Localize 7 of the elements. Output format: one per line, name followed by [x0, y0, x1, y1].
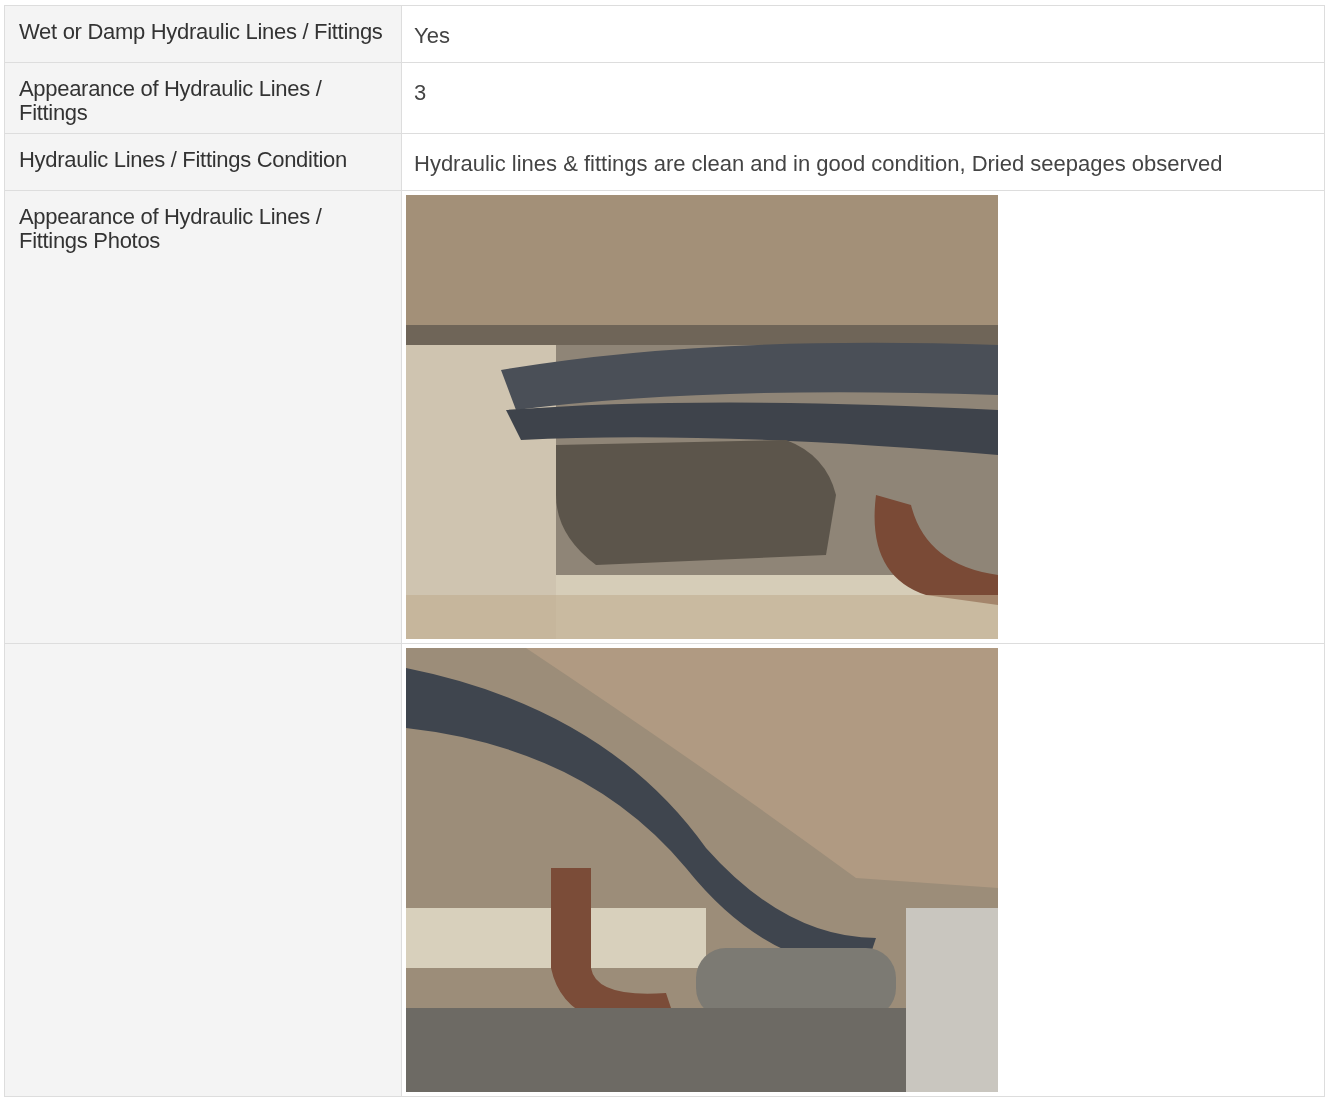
value-text: Hydraulic lines & fittings are clean and in good condition, Dried seepages observed: [414, 151, 1223, 176]
value-text: Yes: [414, 23, 450, 48]
label-text: Hydraulic Lines / Fittings Condition: [19, 147, 347, 172]
label-text: Appearance of Hydraulic Lines / Fittings: [19, 76, 322, 125]
label-text: Appearance of Hydraulic Lines / Fittings Photos: [19, 204, 322, 253]
value-text: 3: [414, 80, 427, 105]
label-text: Wet or Damp Hydraulic Lines / Fittings: [19, 19, 383, 44]
